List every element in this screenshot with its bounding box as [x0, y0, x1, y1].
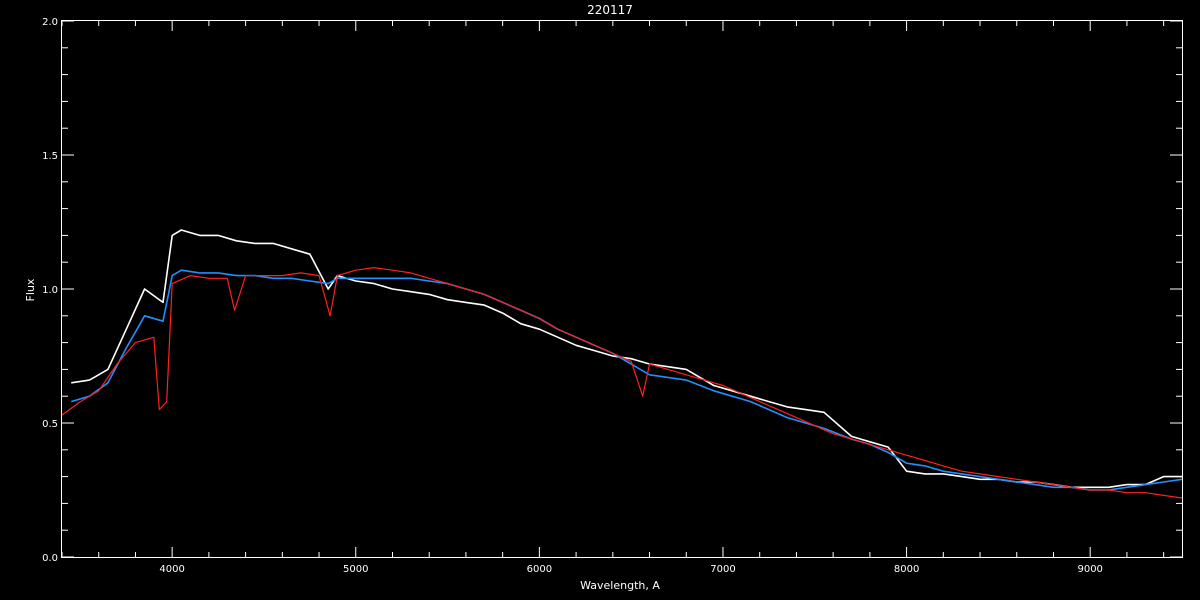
x-tick-label: 4000 — [159, 564, 184, 575]
y-tick-label: 1.0 — [42, 285, 58, 296]
y-tick-label: 1.5 — [42, 151, 58, 162]
y-tick-label: 0.0 — [42, 553, 58, 564]
y-tick-label: 0.5 — [42, 419, 58, 430]
x-tick-label: 9000 — [1077, 564, 1102, 575]
x-tick-label: 5000 — [343, 564, 368, 575]
spectrum-chart: 220117 4000 5000 6000 7000 8000 9000 0.0 0.5 1.… — [24, 3, 1183, 592]
x-tick-label: 6000 — [527, 564, 552, 575]
chart-title: 220117 — [587, 3, 633, 17]
plot-lines — [61, 229, 1183, 499]
series-line-2 — [70, 269, 1183, 491]
y-tick-label: 2.0 — [42, 17, 58, 28]
x-tick-label: 7000 — [710, 564, 735, 575]
series-line-3 — [61, 267, 1183, 499]
x-axis: 4000 5000 6000 7000 8000 9000 — [61, 21, 1165, 575]
x-tick-label: 8000 — [894, 564, 919, 575]
series-line-1 — [71, 229, 1182, 489]
y-axis-label: Flux — [24, 278, 37, 301]
x-axis-label: Wavelength, A — [580, 579, 660, 592]
